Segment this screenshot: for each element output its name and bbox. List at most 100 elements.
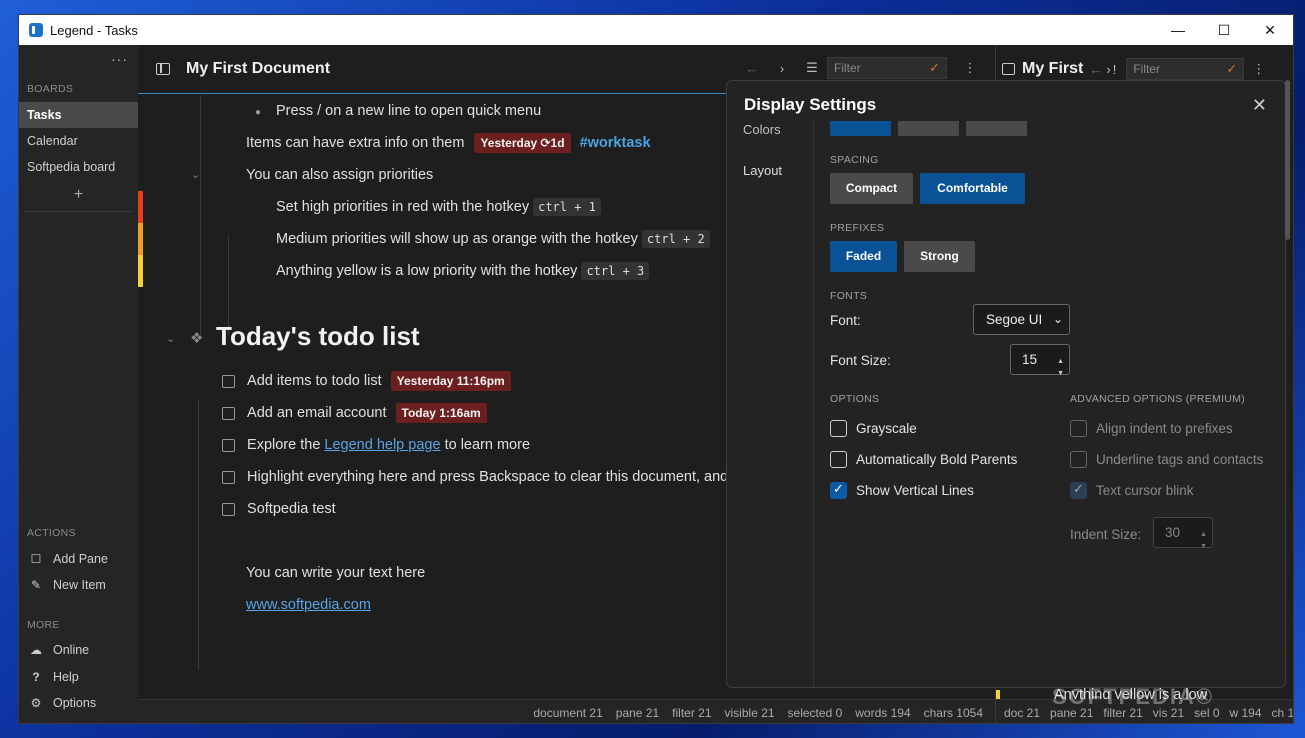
pane-toggle-icon[interactable] <box>1002 63 1015 75</box>
decrement-icon[interactable]: ▼ <box>1057 359 1064 388</box>
back-icon[interactable]: ← <box>737 61 767 76</box>
chevron-down-icon: ⌄ <box>1052 312 1063 326</box>
date-tag[interactable]: Yesterday ⟳1d <box>474 133 571 153</box>
align-indent-checkbox[interactable] <box>1070 419 1087 437</box>
color-option-button[interactable] <box>966 121 1027 136</box>
pencil-icon: ✎ <box>30 578 42 592</box>
date-tag[interactable]: Yesterday 11:16pm <box>390 371 511 391</box>
collapse-chevron-icon[interactable]: ⌄ <box>166 327 175 351</box>
todo-item[interactable]: Softpedia test <box>222 497 336 521</box>
sidebar-item-softpedia-board[interactable]: Softpedia board <box>19 154 138 180</box>
font-select[interactable]: Segoe UI ⌄ <box>973 304 1070 335</box>
spacing-label: SPACING <box>830 154 879 166</box>
list-icon[interactable]: ☰ <box>797 60 827 76</box>
add-pane-label: Add Pane <box>53 552 108 566</box>
add-board-button[interactable]: + <box>19 186 138 204</box>
back-icon[interactable]: ← <box>1089 62 1102 77</box>
color-option-button[interactable] <box>898 121 959 136</box>
filter-placeholder: Filter <box>834 61 861 75</box>
hashtag[interactable]: #worktask <box>580 135 651 151</box>
filter-check-icon: ✓ <box>1226 61 1238 76</box>
font-size-stepper[interactable]: 15 ▲ ▼ <box>1010 344 1070 377</box>
bold-parents-option[interactable]: Automatically Bold Parents <box>830 449 1017 469</box>
second-filter-input[interactable]: Filter ✓ <box>1126 58 1245 80</box>
bookmark-icon[interactable]: ! <box>1113 62 1117 77</box>
option-label: Automatically Bold Parents <box>856 451 1018 467</box>
forward-icon[interactable]: › <box>767 61 797 76</box>
nav-colors[interactable]: Colors <box>743 122 781 137</box>
todo-item[interactable]: Highlight everything here and press Back… <box>222 465 728 489</box>
medium-priority-marker <box>138 223 143 255</box>
list-item-text[interactable]: You can also assign priorities <box>246 163 433 187</box>
help-label: Help <box>53 670 79 684</box>
maximize-button[interactable]: ☐ <box>1201 15 1247 45</box>
forward-icon[interactable]: › <box>1106 62 1110 77</box>
document-title[interactable]: My First Document <box>186 60 330 78</box>
cursor-blink-option[interactable]: Text cursor blink <box>1070 480 1194 500</box>
todo-item[interactable]: Explore the Legend help page to learn mo… <box>222 433 530 457</box>
list-item[interactable]: Anything yellow is a low priority with t… <box>276 259 650 283</box>
boards-heading: BOARDS <box>27 83 74 95</box>
more-vertical-icon[interactable]: ⋮ <box>1252 61 1265 77</box>
close-dialog-icon[interactable]: ✕ <box>1252 95 1267 116</box>
decrement-icon[interactable]: ▼ <box>1200 532 1207 561</box>
sidebar-item-calendar[interactable]: Calendar <box>19 128 138 154</box>
cursor-blink-checkbox[interactable] <box>1070 481 1087 499</box>
vertical-lines-option[interactable]: Show Vertical Lines <box>830 480 974 500</box>
list-item-text: Items can have extra info on them <box>246 135 465 151</box>
compact-button[interactable]: Compact <box>830 173 913 204</box>
minimize-button[interactable]: — <box>1155 15 1201 45</box>
nav-layout[interactable]: Layout <box>743 163 782 178</box>
option-label: Underline tags and contacts <box>1096 451 1264 467</box>
underline-tags-checkbox[interactable] <box>1070 450 1087 468</box>
bold-parents-checkbox[interactable] <box>830 450 847 468</box>
options-button[interactable]: ⚙ Options <box>19 690 138 716</box>
sidebar-toggle-icon[interactable] <box>156 63 170 75</box>
heading-item[interactable]: Today's todo list <box>216 321 420 352</box>
sidebar-item-tasks[interactable]: Tasks <box>19 102 138 128</box>
todo-item[interactable]: Add an email account Today 1:16am <box>222 401 487 425</box>
vertical-lines-checkbox[interactable] <box>830 481 847 499</box>
hotkey-badge: ctrl + 2 <box>641 230 710 248</box>
second-pane-title[interactable]: My First <box>1022 60 1083 78</box>
text-item[interactable]: You can write your text here <box>246 561 425 585</box>
font-select-value: Segoe UI <box>986 312 1043 327</box>
list-item[interactable]: Set high priorities in red with the hotk… <box>276 195 601 219</box>
collapse-chevron-icon[interactable]: ⌄ <box>191 163 200 187</box>
filter-input[interactable]: Filter ✓ <box>827 57 947 79</box>
align-indent-option[interactable]: Align indent to prefixes <box>1070 418 1233 438</box>
online-button[interactable]: ☁ Online <box>19 637 138 663</box>
grayscale-option[interactable]: Grayscale <box>830 418 917 438</box>
scrollbar-thumb[interactable] <box>1285 80 1290 240</box>
faded-button[interactable]: Faded <box>830 241 897 272</box>
todo-checkbox[interactable] <box>222 406 235 420</box>
options-label: Options <box>53 696 97 710</box>
todo-checkbox[interactable] <box>222 502 235 516</box>
new-item-button[interactable]: ✎ New Item <box>19 572 138 598</box>
close-window-button[interactable]: ✕ <box>1247 15 1293 45</box>
todo-checkbox[interactable] <box>222 470 235 484</box>
indent-size-stepper[interactable]: 30 ▲ ▼ <box>1153 517 1213 550</box>
comfortable-button[interactable]: Comfortable <box>920 173 1025 204</box>
softpedia-link[interactable]: www.softpedia.com <box>246 593 371 617</box>
todo-checkbox[interactable] <box>222 438 235 452</box>
indent-guide <box>198 400 199 670</box>
list-item[interactable]: ● <box>255 99 261 123</box>
status-selected: selected 0 <box>787 705 843 720</box>
color-option-button[interactable] <box>830 121 891 136</box>
sidebar-divider <box>25 211 132 212</box>
list-item-text[interactable]: Press / on a new line to open quick menu <box>276 99 541 123</box>
list-item[interactable]: Medium priorities will show up as orange… <box>276 227 710 251</box>
todo-checkbox[interactable] <box>222 374 235 388</box>
more-vertical-icon[interactable]: ⋮ <box>955 60 985 76</box>
add-pane-button[interactable]: ☐ Add Pane <box>19 546 138 572</box>
date-tag[interactable]: Today 1:16am <box>395 403 487 423</box>
underline-tags-option[interactable]: Underline tags and contacts <box>1070 449 1263 469</box>
help-button[interactable]: ? Help <box>19 664 138 690</box>
legend-help-link[interactable]: Legend help page <box>324 437 440 453</box>
grayscale-checkbox[interactable] <box>830 419 847 437</box>
strong-button[interactable]: Strong <box>904 241 975 272</box>
sidebar-menu-icon[interactable]: ··· <box>111 51 128 67</box>
list-item[interactable]: Items can have extra info on them Yester… <box>246 131 651 155</box>
todo-item[interactable]: Add items to todo list Yesterday 11:16pm <box>222 369 511 393</box>
